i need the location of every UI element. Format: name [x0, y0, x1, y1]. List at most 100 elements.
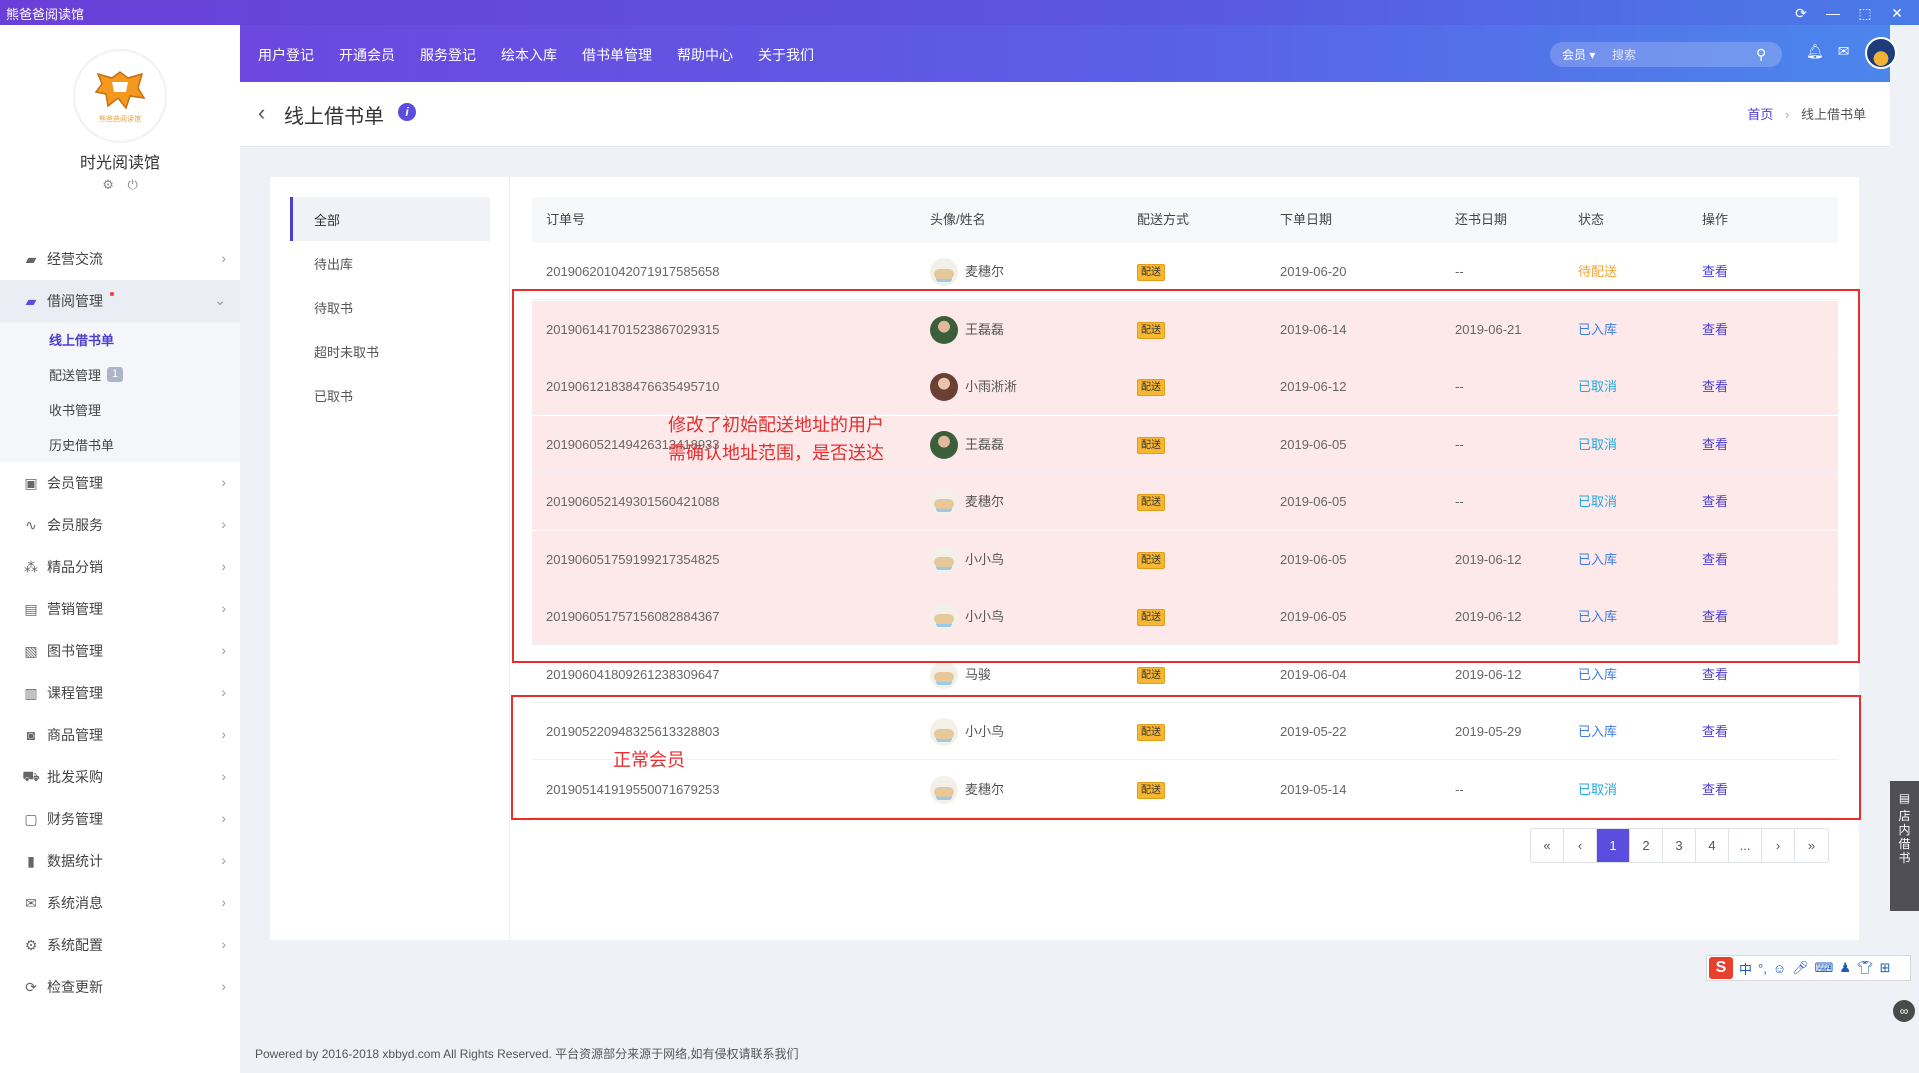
nav-borrow-orders[interactable]: 借书单管理	[582, 45, 652, 65]
breadcrumb: 首页 › 线上借书单	[1747, 104, 1866, 123]
page-first[interactable]: «	[1531, 829, 1564, 862]
goods-icon: ◙	[26, 727, 36, 743]
sidebar-item-label: 会员服务	[47, 517, 103, 533]
nav-open-member[interactable]: 开通会员	[339, 45, 395, 65]
ime-skin-icon[interactable]: 👕︎	[1857, 960, 1874, 976]
nav-about-us[interactable]: 关于我们	[758, 45, 814, 65]
window-controls: ⟳ — ⬚ ✕	[1787, 2, 1911, 24]
ime-punct-icon[interactable]: °,	[1758, 961, 1767, 976]
sidebar-item-goods[interactable]: ◙ 商品管理 ›	[0, 714, 240, 756]
sidebar-item-borrow[interactable]: ▰ 借阅管理 ⌄	[0, 280, 240, 322]
nav-help-center[interactable]: 帮助中心	[677, 45, 733, 65]
header-user: 头像/姓名	[930, 212, 986, 227]
ime-keyboard-icon[interactable]: ⌨	[1815, 960, 1834, 976]
tab-pending-out[interactable]: 待出库	[290, 241, 490, 285]
ime-grid-icon[interactable]: ⊞	[1880, 960, 1891, 976]
sidebar-item-distribution[interactable]: ⁂ 精品分销 ›	[0, 546, 240, 588]
bell-icon[interactable]: 🔔︎	[1806, 43, 1824, 60]
sidebar-item-update[interactable]: ⟳ 检查更新 ›	[0, 966, 240, 1008]
gear-icon: ⚙	[24, 936, 38, 953]
tab-picked-up[interactable]: 已取书	[290, 373, 490, 417]
submenu-delivery[interactable]: 配送管理 1	[0, 357, 240, 392]
page-next[interactable]: ›	[1762, 829, 1795, 862]
tab-pending-pickup[interactable]: 待取书	[290, 285, 490, 329]
search-icon[interactable]: ⚲	[1756, 46, 1766, 63]
sidebar-item-books[interactable]: ▧ 图书管理 ›	[0, 630, 240, 672]
footer: Powered by 2016-2018 xbbyd.com All Right…	[255, 1047, 799, 1061]
sidebar-item-label: 图书管理	[47, 643, 103, 659]
annotation-note-modified: 修改了初始配送地址的用户 需确认地址范围，是否送达	[668, 411, 884, 467]
sogou-logo-icon[interactable]: S	[1709, 957, 1733, 979]
close-icon[interactable]: ✕	[1883, 2, 1911, 24]
header-order-date: 下单日期	[1280, 212, 1333, 227]
chevron-right-icon: ›	[221, 978, 226, 994]
ime-mic-icon[interactable]: 🎤︎	[1792, 960, 1809, 976]
sidebar-item-finance[interactable]: ▢ 财务管理 ›	[0, 798, 240, 840]
marketing-icon: ▤	[24, 600, 38, 617]
chevron-right-icon: ›	[221, 642, 226, 658]
power-icon[interactable]: ⏻	[127, 177, 137, 192]
back-arrow-icon[interactable]: ‹	[258, 100, 265, 126]
finance-icon: ▢	[24, 810, 38, 827]
ime-lang-icon[interactable]: 中	[1739, 959, 1752, 978]
mail-icon[interactable]: ✉	[1838, 43, 1850, 60]
chart-icon: ▮	[27, 852, 35, 869]
in-store-borrow-button[interactable]: ▤ 店内借书	[1890, 781, 1919, 911]
sidebar-item-label: 财务管理	[47, 811, 103, 827]
search-input[interactable]	[1612, 47, 1752, 62]
chevron-right-icon: ›	[221, 600, 226, 616]
chevron-right-icon: ›	[221, 516, 226, 532]
page-1[interactable]: 1	[1597, 829, 1630, 862]
page-3[interactable]: 3	[1663, 829, 1696, 862]
sidebar-item-wholesale[interactable]: ⛟ 批发采购 ›	[0, 756, 240, 798]
header-return-date: 还书日期	[1455, 212, 1508, 227]
distribution-icon: ⁂	[24, 558, 38, 575]
sidebar-submenu: 线上借书单 配送管理 1 收书管理 历史借书单	[0, 322, 240, 462]
settings-icon[interactable]: ⚙	[102, 177, 114, 192]
tab-all[interactable]: 全部	[290, 197, 490, 241]
store-name: 时光阅读馆	[79, 155, 160, 172]
page-prev[interactable]: ‹	[1564, 829, 1597, 862]
store-logo: 熊爸爸阅读馆	[75, 51, 165, 141]
right-strip	[1890, 82, 1919, 1073]
page-last[interactable]: »	[1795, 829, 1828, 862]
annotation-line: 需确认地址范围，是否送达	[668, 443, 884, 463]
submenu-online-orders[interactable]: 线上借书单	[0, 322, 240, 357]
ime-emoji-icon[interactable]: ☺	[1773, 961, 1786, 976]
link-icon[interactable]: ∞	[1893, 1000, 1915, 1022]
minimize-icon[interactable]: —	[1819, 2, 1847, 24]
sidebar-item-messages[interactable]: ✉ 系统消息 ›	[0, 882, 240, 924]
user-avatar[interactable]	[1865, 37, 1897, 69]
submenu-label: 配送管理	[49, 368, 102, 383]
sidebar-item-config[interactable]: ⚙ 系统配置 ›	[0, 924, 240, 966]
sidebar-item-marketing[interactable]: ▤ 营销管理 ›	[0, 588, 240, 630]
sidebar-item-member[interactable]: ▣ 会员管理 ›	[0, 462, 240, 504]
breadcrumb-home[interactable]: 首页	[1747, 107, 1773, 122]
page-4[interactable]: 4	[1696, 829, 1729, 862]
search-type-select[interactable]: 会员 ▾	[1562, 46, 1612, 63]
submenu-history[interactable]: 历史借书单	[0, 427, 240, 462]
ime-user-icon[interactable]: ♟	[1839, 960, 1851, 976]
nav-book-stockin[interactable]: 绘本入库	[501, 45, 557, 65]
nav-service-register[interactable]: 服务登记	[420, 45, 476, 65]
sidebar-item-label: 营销管理	[47, 601, 103, 617]
sidebar-item-course[interactable]: ▥ 课程管理 ›	[0, 672, 240, 714]
maximize-icon[interactable]: ⬚	[1851, 2, 1879, 24]
tab-overdue[interactable]: 超时未取书	[290, 329, 490, 373]
sidebar-item-label: 经营交流	[47, 251, 103, 267]
chevron-right-icon: ›	[221, 558, 226, 574]
info-icon[interactable]: i	[398, 103, 416, 121]
refresh-icon: ⟳	[25, 978, 37, 995]
chevron-right-icon: ›	[221, 768, 226, 784]
table-header: 订单号 头像/姓名 配送方式 下单日期 还书日期 状态 操作	[532, 197, 1838, 243]
submenu-receive[interactable]: 收书管理	[0, 392, 240, 427]
library-icon: ▧	[24, 642, 38, 659]
refresh-icon[interactable]: ⟳	[1787, 2, 1815, 24]
nav-user-register[interactable]: 用户登记	[258, 45, 314, 65]
sidebar-item-label: 精品分销	[47, 559, 103, 575]
sidebar-item-stats[interactable]: ▮ 数据统计 ›	[0, 840, 240, 882]
sidebar-item-member-service[interactable]: ∿ 会员服务 ›	[0, 504, 240, 546]
page-2[interactable]: 2	[1630, 829, 1663, 862]
top-nav-links: 用户登记 开通会员 服务登记 绘本入库 借书单管理 帮助中心 关于我们	[258, 45, 814, 65]
sidebar-item-business[interactable]: ▰ 经营交流 ›	[0, 238, 240, 280]
